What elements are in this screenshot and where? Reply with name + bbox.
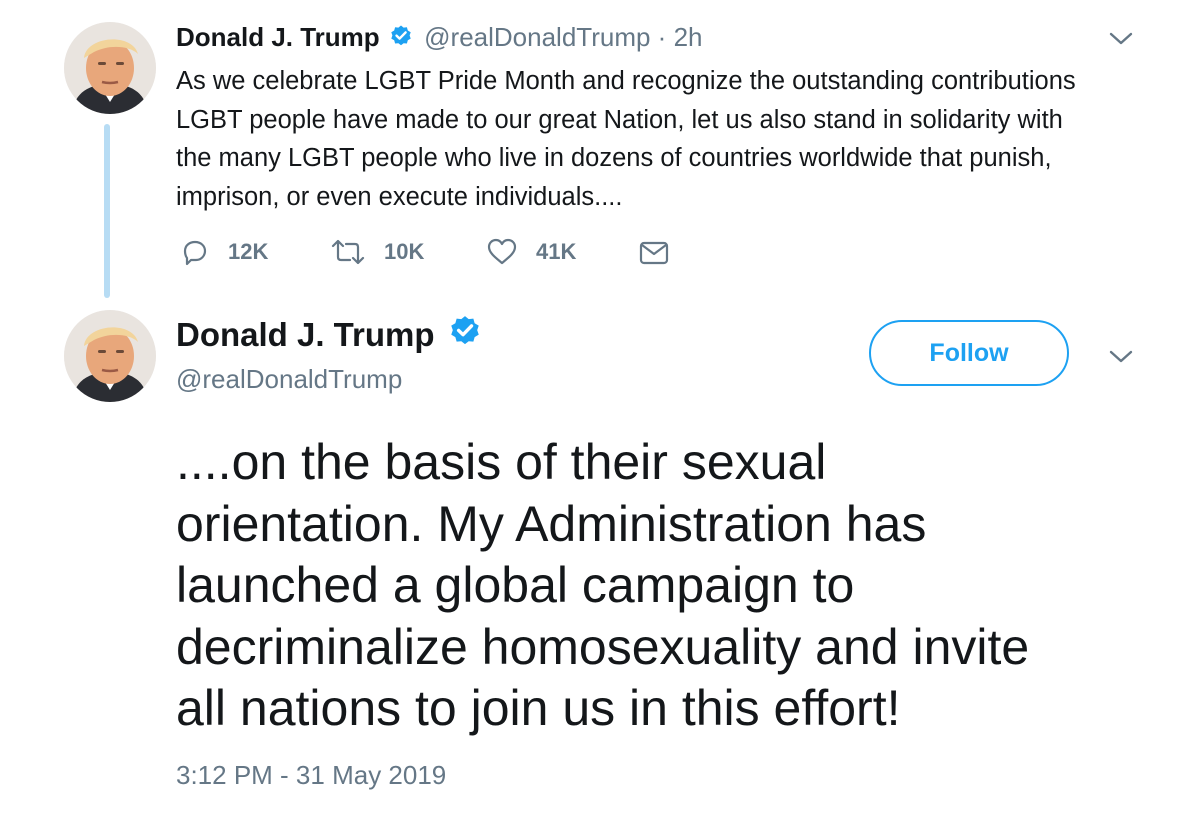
tweet-timestamp[interactable]: 3:12 PM - 31 May 2019 [176, 758, 446, 792]
reply-count: 12K [228, 239, 269, 264]
tweet-text: ....on the basis of their sexual orienta… [176, 432, 1176, 740]
author-name[interactable]: Donald J. Trump [176, 22, 380, 52]
retweet-count: 10K [384, 239, 425, 264]
tweet-text-line: orientation. My Administration has [176, 495, 927, 552]
like-count: 41K [536, 239, 577, 264]
author-name-row: Donald J. Trump [176, 315, 482, 357]
direct-message-icon [639, 241, 669, 265]
tweet-text-line: As we celebrate LGBT Pride Month and rec… [176, 67, 1076, 95]
like-icon [487, 238, 517, 265]
tweet-text-line: LGBT people have made to our great Natio… [176, 105, 1063, 134]
author-handle[interactable]: @realDonaldTrump [176, 362, 402, 396]
tweet-text-line: all nations to join us in this effort! [176, 680, 901, 736]
verified-badge-icon [444, 316, 482, 357]
tweet-text-line: imprison, or even execute individuals...… [176, 182, 623, 211]
separator-dot: · [650, 22, 674, 52]
author-handle[interactable]: @realDonaldTrump [424, 22, 650, 52]
tweet-time[interactable]: 2h [674, 22, 703, 52]
tweet-text-line: ....on the basis of their sexual [176, 434, 827, 490]
tweet-text-line: launched a global campaign to [176, 557, 855, 613]
reply-button[interactable]: 12K [180, 236, 268, 268]
thread-line [104, 124, 110, 298]
direct-message-button[interactable] [638, 236, 670, 268]
avatar[interactable] [64, 310, 156, 402]
tweet-text-line: the many LGBT people who live in dozens … [176, 144, 1052, 172]
tweet-text-line: decriminalize homosexuality and invite [176, 618, 1030, 675]
tweet-header: Donald J. Trump @realDonaldTrump · 2h [176, 22, 702, 52]
tweet-text: As we celebrate LGBT Pride Month and rec… [176, 62, 1166, 216]
chevron-down-icon[interactable] [1108, 348, 1134, 371]
avatar[interactable] [64, 22, 156, 114]
like-button[interactable]: 41K [486, 236, 576, 268]
chevron-down-icon[interactable] [1108, 30, 1134, 53]
retweet-icon [331, 239, 365, 265]
author-name[interactable]: Donald J. Trump [176, 316, 435, 353]
verified-badge-icon [387, 24, 417, 54]
reply-icon [183, 240, 207, 266]
retweet-button[interactable]: 10K [330, 236, 424, 268]
follow-button[interactable]: Follow [869, 320, 1069, 386]
